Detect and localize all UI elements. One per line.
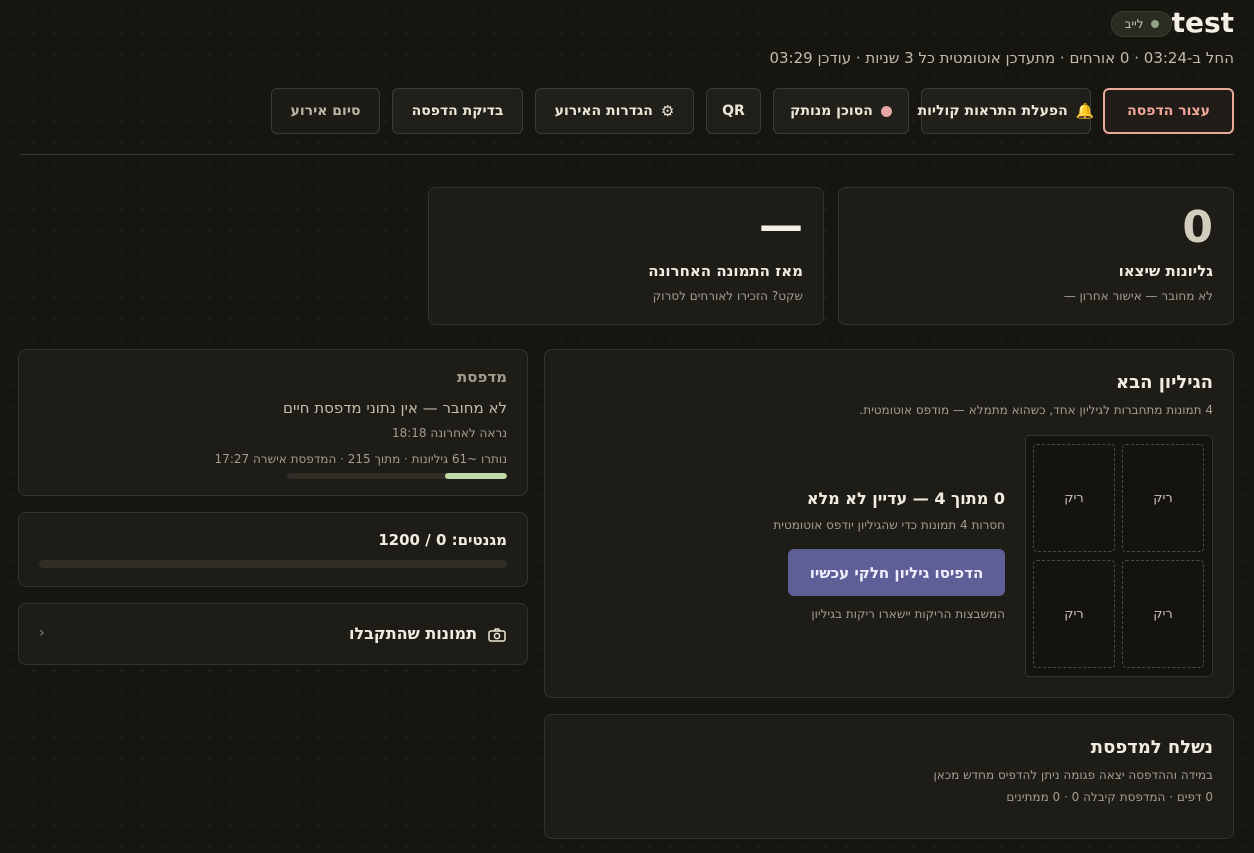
sent-to-printer-title: נשלח למדפסת bbox=[1090, 737, 1213, 758]
gear-icon: ⚙ bbox=[660, 102, 675, 120]
sent-to-printer-stats: 0 דפים · המדפסת קיבלה 0 · 0 ממתינים bbox=[1006, 790, 1213, 804]
event-settings-label: הגדרות האירוע bbox=[554, 103, 653, 119]
sheet-missing-note: חסרות 4 תמונות כדי שהגיליון יודפס אוטומט… bbox=[773, 518, 1005, 532]
sent-to-printer-card: נשלח למדפסת במידה וההדפסה יצאה פגומה נית… bbox=[544, 714, 1234, 839]
status-dot-icon bbox=[880, 105, 892, 117]
since-last-photo-value: — bbox=[759, 200, 803, 251]
event-settings-button[interactable]: ⚙ הגדרות האירוע bbox=[535, 88, 694, 134]
sheets-out-value: 0 bbox=[1182, 202, 1213, 253]
test-print-label: בדיקת הדפסה bbox=[411, 103, 504, 119]
magnets-label: מגנטים: 0 / 1200 bbox=[378, 531, 507, 549]
enable-voice-alerts-label: הפעלת התראות קוליות bbox=[917, 103, 1068, 119]
next-sheet-card: הגיליון הבא 4 תמונות מתחברות לגיליון אחד… bbox=[544, 349, 1234, 698]
agent-status-button[interactable]: הסוכן מנותק bbox=[773, 88, 909, 134]
chevron-left-icon: ‹ bbox=[39, 625, 45, 641]
printer-card: מדפסת לא מחובר — אין נתוני מדפסת חיים נר… bbox=[18, 349, 528, 496]
empty-slots-note: המשבצות הריקות יישארו ריקות בגיליון bbox=[811, 607, 1005, 621]
sheet-slot: ריק bbox=[1122, 444, 1204, 552]
qr-button[interactable]: QR bbox=[706, 88, 761, 134]
sheets-out-sub: לא מחובר — אישור אחרון — bbox=[1063, 289, 1213, 303]
end-event-label: סיום אירוע bbox=[290, 103, 361, 119]
received-photos-label: תמונות שהתקבלו bbox=[348, 624, 477, 643]
since-last-photo-card: — מאז התמונה האחרונה שקט? הזכירו לאורחים… bbox=[428, 187, 824, 325]
since-last-photo-sub: שקט? הזכירו לאורחים לסרוק bbox=[652, 289, 803, 303]
magnets-card: מגנטים: 0 / 1200 bbox=[18, 512, 528, 587]
end-event-button[interactable]: סיום אירוע bbox=[271, 88, 380, 134]
sheet-slot: ריק bbox=[1122, 560, 1204, 668]
next-sheet-title: הגיליון הבא bbox=[1116, 372, 1213, 393]
header-divider bbox=[20, 154, 1234, 155]
live-label: לייב bbox=[1124, 17, 1144, 31]
printer-last-seen: נראה לאחרונה 18:18 bbox=[391, 426, 507, 440]
sheet-preview-grid: ריק ריק ריק ריק bbox=[1025, 435, 1213, 677]
print-partial-sheet-button[interactable]: הדפיסו גיליון חלקי עכשיו bbox=[788, 549, 1005, 596]
printer-remaining: נותרו ~61 גיליונות · מתוך 215 · המדפסת א… bbox=[214, 452, 507, 466]
magnets-bar bbox=[39, 560, 507, 568]
live-badge: לייב bbox=[1111, 11, 1172, 37]
camera-icon bbox=[488, 628, 506, 642]
bell-icon: 🔔 bbox=[1075, 102, 1095, 120]
paper-remaining-bar bbox=[287, 473, 507, 479]
toolbar: עצור הדפסה 🔔 הפעלת התראות קוליות הסוכן מ… bbox=[271, 88, 1234, 134]
pause-print-button[interactable]: עצור הדפסה bbox=[1103, 88, 1234, 134]
next-sheet-description: 4 תמונות מתחברות לגיליון אחד, כשהוא מתמל… bbox=[859, 403, 1213, 417]
test-print-button[interactable]: בדיקת הדפסה bbox=[392, 88, 523, 134]
received-photos-toggle[interactable]: תמונות שהתקבלו ‹ bbox=[18, 603, 528, 665]
printer-heading: מדפסת bbox=[457, 368, 507, 386]
sheet-slot: ריק bbox=[1033, 444, 1115, 552]
sheet-count-status: 0 מתוך 4 — עדיין לא מלא bbox=[806, 489, 1005, 508]
sheet-slot: ריק bbox=[1033, 560, 1115, 668]
pause-print-label: עצור הדפסה bbox=[1127, 103, 1210, 119]
printer-status: לא מחובר — אין נתוני מדפסת חיים bbox=[283, 399, 507, 417]
event-subtitle: החל ב-03:24 · 0 אורחים · מתעדכן אוטומטית… bbox=[769, 49, 1234, 67]
sheets-out-label: גליונות שיצאו bbox=[1118, 262, 1213, 280]
enable-voice-alerts-button[interactable]: 🔔 הפעלת התראות קוליות bbox=[917, 88, 1094, 134]
since-last-photo-label: מאז התמונה האחרונה bbox=[648, 262, 803, 280]
sent-to-printer-description: במידה וההדפסה יצאה פגומה ניתן להדפיס מחד… bbox=[933, 768, 1214, 782]
agent-status-label: הסוכן מנותק bbox=[790, 103, 873, 119]
live-dot-icon bbox=[1150, 20, 1159, 28]
sheets-out-card: 0 גליונות שיצאו לא מחובר — אישור אחרון — bbox=[838, 187, 1234, 325]
event-title: test bbox=[1171, 6, 1234, 39]
paper-remaining-fill bbox=[445, 473, 507, 479]
qr-label: QR bbox=[722, 103, 745, 119]
